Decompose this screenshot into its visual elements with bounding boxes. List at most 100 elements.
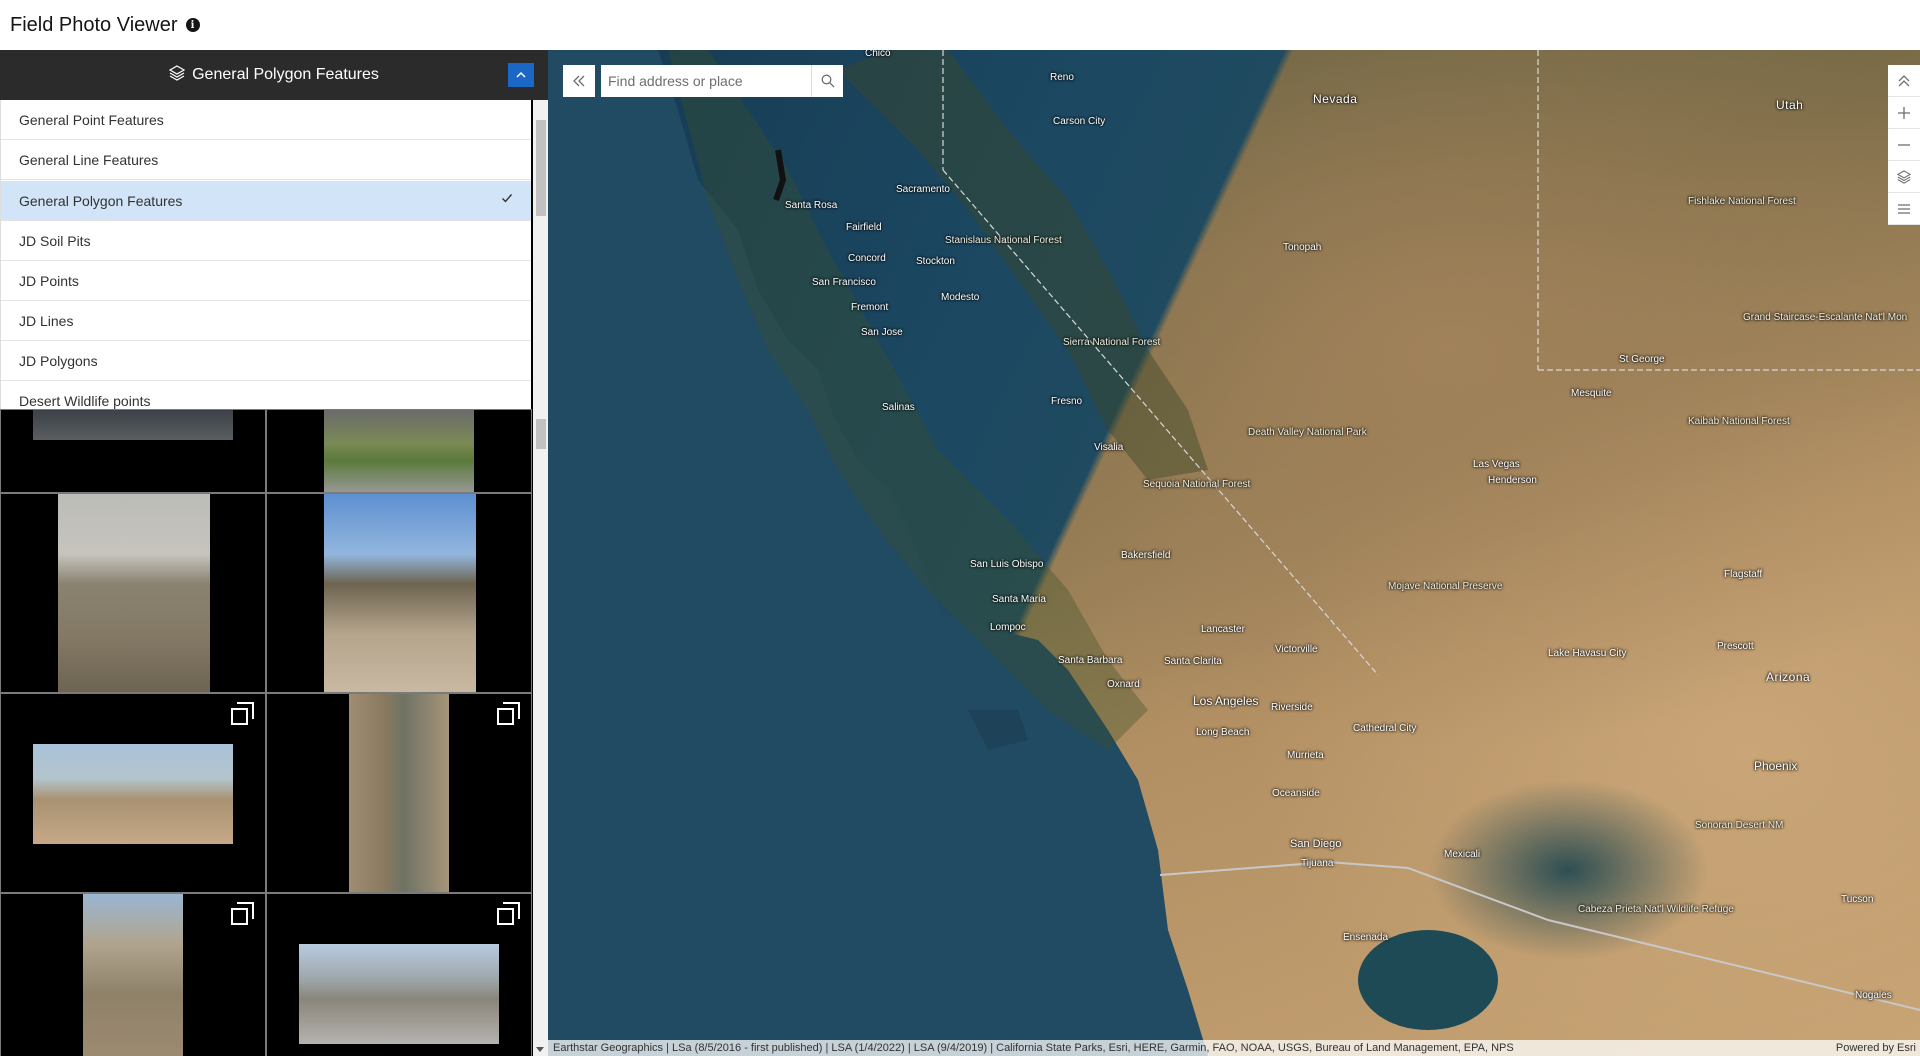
photo-tile-5[interactable]	[0, 693, 266, 893]
map-label-area: Sequoia National Forest	[1143, 479, 1251, 490]
map-label-state: Utah	[1776, 98, 1804, 112]
map-view[interactable]: Nevada Utah Arizona Chico Reno Carson Ci…	[548, 50, 1920, 1056]
photo-tile-3[interactable]	[0, 493, 266, 693]
search-icon	[821, 74, 834, 88]
map-label-state: Nevada	[1313, 92, 1358, 106]
layer-selector-header[interactable]: General Polygon Features	[0, 50, 548, 100]
layers-icon	[1897, 169, 1911, 184]
photo-thumbnail	[324, 494, 476, 692]
photo-tile-2[interactable]	[266, 409, 532, 493]
app-title: Field Photo Viewer	[10, 13, 178, 36]
photo-thumbnail	[324, 410, 474, 492]
map-label-area: Death Valley National Park	[1248, 427, 1367, 438]
search-widget	[563, 65, 843, 97]
collapse-search-button[interactable]	[563, 65, 595, 97]
search-input[interactable]	[601, 65, 811, 97]
layer-item-label: General Line Features	[19, 152, 159, 168]
app-header: Field Photo Viewer i	[0, 0, 1920, 50]
photo-tile-6[interactable]	[266, 693, 532, 893]
layers-icon	[168, 64, 186, 86]
layer-item-label: JD Points	[19, 273, 79, 289]
map-label-city: Nogales	[1855, 990, 1892, 1001]
photo-tile-8[interactable]	[266, 893, 532, 1056]
map-label-city: Chico	[865, 50, 891, 59]
map-label-city: Bakersfield	[1121, 550, 1171, 561]
map-label-city: San Jose	[861, 327, 903, 338]
photo-tile-7[interactable]	[0, 893, 266, 1056]
map-label-city: Lompoc	[990, 622, 1026, 633]
map-label-city: San Luis Obispo	[970, 559, 1044, 570]
map-label-city: San Diego	[1290, 838, 1342, 850]
basemap-button[interactable]	[1888, 161, 1920, 193]
map-label-city: Reno	[1050, 72, 1074, 83]
map-label-city: Santa Rosa	[785, 200, 838, 211]
layer-item-general-line-features[interactable]: General Line Features	[1, 141, 531, 180]
map-label-city: Victorville	[1275, 644, 1318, 655]
multiple-photos-icon	[231, 702, 255, 726]
layer-item-label: JD Soil Pits	[19, 233, 91, 249]
map-label-city: Riverside	[1271, 702, 1313, 713]
layer-item-jd-points[interactable]: JD Points	[1, 262, 531, 301]
zoom-in-button[interactable]	[1888, 97, 1920, 129]
map-label-city: Oceanside	[1272, 788, 1320, 799]
map-label-city: Oxnard	[1107, 679, 1140, 690]
layer-item-jd-lines[interactable]: JD Lines	[1, 302, 531, 341]
map-label-city: Salinas	[882, 402, 915, 413]
map-label-city: Lancaster	[1201, 624, 1245, 635]
layer-item-jd-soil-pits[interactable]: JD Soil Pits	[1, 222, 531, 261]
left-panel: General Polygon Features General Point F…	[0, 50, 548, 1056]
map-label-area: Sierra National Forest	[1063, 337, 1161, 348]
double-chevron-up-icon	[1898, 74, 1910, 86]
map-label-area: Kaibab National Forest	[1688, 416, 1790, 427]
map-controls	[1888, 65, 1920, 225]
photo-grid-scrollbar[interactable]	[533, 417, 548, 1056]
powered-by-esri[interactable]: Powered by Esri	[1836, 1040, 1916, 1056]
multiple-photos-icon	[497, 902, 521, 926]
checkmark-icon	[501, 191, 513, 207]
map-label-city: Tijuana	[1301, 858, 1334, 869]
chevron-up-icon	[516, 71, 526, 78]
map-label-city: Concord	[848, 253, 886, 264]
map-label-city: Santa Maria	[992, 594, 1046, 605]
map-label-area: Stanislaus National Forest	[945, 235, 1062, 246]
minus-icon	[1898, 143, 1910, 146]
layer-item-label: Desert Wildlife points	[19, 393, 151, 409]
map-label-city: Henderson	[1488, 475, 1537, 486]
legend-button[interactable]	[1888, 193, 1920, 225]
layer-item-label: General Polygon Features	[19, 192, 183, 209]
map-label-city: Visalia	[1094, 442, 1124, 453]
info-icon[interactable]: i	[185, 18, 200, 32]
map-label-city: Tonopah	[1283, 242, 1322, 253]
photo-tile-1[interactable]	[0, 409, 266, 493]
zoom-out-button[interactable]	[1888, 129, 1920, 161]
map-label-city: Phoenix	[1754, 759, 1798, 773]
attribution-text: Earthstar Geographics | LSa (8/5/2016 - …	[553, 1042, 1514, 1054]
map-label-city: Fairfield	[846, 222, 882, 233]
map-label-city: San Francisco	[812, 277, 876, 288]
layer-item-label: General Point Features	[19, 112, 164, 128]
scrollbar-thumb[interactable]	[536, 120, 546, 216]
layer-item-general-polygon-features[interactable]: General Polygon Features	[1, 181, 531, 221]
multiple-photos-icon	[231, 902, 255, 926]
scrollbar-thumb[interactable]	[536, 419, 546, 449]
scroll-down-arrow-icon[interactable]	[536, 1047, 544, 1052]
map-label-city: Stockton	[916, 256, 955, 267]
map-label-area: Grand Staircase-Escalante Nat'l Mon	[1743, 312, 1908, 323]
map-label-city: Sacramento	[896, 184, 950, 195]
map-label-city: St George	[1619, 354, 1665, 365]
layer-item-general-point-features[interactable]: General Point Features	[1, 101, 531, 140]
collapse-controls-button[interactable]	[1888, 65, 1920, 97]
map-label-area: Fishlake National Forest	[1688, 196, 1796, 207]
map-label-city: Santa Clarita	[1164, 656, 1222, 667]
layer-list-scrollbar[interactable]	[533, 100, 548, 467]
map-label-city: Long Beach	[1196, 727, 1250, 738]
photo-tile-4[interactable]	[266, 493, 532, 693]
pacific-ocean	[548, 50, 1208, 1056]
photo-thumbnail	[299, 944, 499, 1044]
search-button[interactable]	[811, 65, 843, 97]
mexico-border	[1159, 860, 1920, 1011]
collapse-layer-list-button[interactable]	[508, 63, 534, 87]
selected-layer-label: General Polygon Features	[192, 66, 379, 83]
layer-item-jd-polygons[interactable]: JD Polygons	[1, 342, 531, 381]
map-label-city: Modesto	[941, 292, 980, 303]
